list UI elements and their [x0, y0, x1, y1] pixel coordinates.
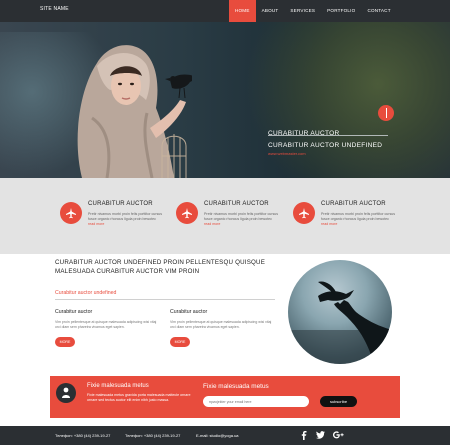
footer-phone-1: Телефон: +380 (44) 239-19-27: [55, 433, 111, 438]
more-button[interactable]: MORE: [55, 337, 75, 347]
more-button[interactable]: MORE: [170, 337, 190, 347]
hero-subtitle: CURABITUR AUCTOR UNDEFINED: [268, 142, 383, 149]
feature-card: CURABITUR AUCTOR Pretir nivamus morbi pr…: [60, 178, 190, 254]
column-text: Vim proin pellentesque at quisque malesu…: [170, 320, 272, 329]
nav-item-about[interactable]: ABOUT: [256, 0, 285, 22]
hero-title: CURABITUR AUCTOR: [268, 130, 340, 137]
content-column: Curabitur auctor Vim proin pellentesque …: [55, 309, 160, 347]
top-navigation-bar: SITE NAME HOME ABOUT SERVICES PORTFOLIO …: [0, 0, 450, 22]
footer: Телефон: +380 (44) 239-19-27 Телефон: +3…: [0, 426, 450, 445]
footer-email[interactable]: E-mail: studio@yoga.ua: [196, 433, 239, 438]
nav-item-portfolio[interactable]: PORTFOLIO: [321, 0, 361, 22]
feature-text: Pretir nivamus morbi proin felis porttit…: [88, 212, 163, 226]
read-more-link[interactable]: read more: [204, 222, 220, 226]
feature-title: CURABITUR AUCTOR: [321, 201, 386, 207]
hero-woman-with-bird-image: [77, 45, 192, 178]
facebook-icon[interactable]: [300, 431, 308, 440]
airplane-icon: [299, 208, 309, 219]
person-icon-circle: [56, 383, 76, 403]
nav-item-services[interactable]: SERVICES: [284, 0, 321, 22]
hero-power-icon[interactable]: [378, 105, 394, 121]
content-column: Curabitur auctor Vim proin pellentesque …: [170, 309, 275, 347]
read-more-link[interactable]: read more: [321, 222, 337, 226]
circular-hand-bird-photo: [288, 260, 392, 364]
footer-phone-2: Телефон: +380 (44) 239-19-27: [125, 433, 181, 438]
subscribe-title: Fixie malesuada metus: [203, 383, 269, 390]
column-text: Vim proin pellentesque at quisque malesu…: [55, 320, 157, 329]
features-section: CURABITUR AUCTOR Pretir nivamus morbi pr…: [0, 178, 450, 254]
section-divider: [55, 299, 275, 300]
feature-title: CURABITUR AUCTOR: [88, 201, 153, 207]
column-title: Curabitur auctor: [170, 309, 208, 315]
nav-item-contact[interactable]: CONTACT: [361, 0, 396, 22]
main-headline: CURABITUR AUCTOR UNDEFINED PROIN PELLENT…: [55, 259, 266, 275]
section-red-title: Curabitur auctor undefined: [55, 290, 117, 296]
feature-text: Pretir nivamus morbi proin felis porttit…: [204, 212, 279, 226]
column-title: Curabitur auctor: [55, 309, 93, 315]
feature-card: CURABITUR AUCTOR Pretir nivamus morbi pr…: [293, 178, 423, 254]
main-nav: HOME ABOUT SERVICES PORTFOLIO CONTACT: [229, 0, 397, 22]
hero-banner: [0, 22, 450, 178]
twitter-icon[interactable]: [316, 431, 325, 439]
subscribe-left-text: Fixie malesuada metus gravida porta male…: [87, 393, 191, 402]
site-name[interactable]: SITE NAME: [40, 6, 69, 12]
feature-card: CURABITUR AUCTOR Pretir nivamus morbi pr…: [176, 178, 306, 254]
feature-icon-circle: [293, 202, 315, 224]
google-plus-icon[interactable]: [333, 431, 344, 439]
feature-text: Pretir nivamus morbi proin felis porttit…: [321, 212, 396, 226]
read-more-link[interactable]: read more: [88, 222, 104, 226]
person-icon: [62, 387, 70, 398]
hero-link[interactable]: www.webmaster.com: [268, 151, 306, 156]
subscribe-button[interactable]: subscribe: [320, 396, 357, 407]
feature-icon-circle: [60, 202, 82, 224]
airplane-icon: [182, 208, 192, 219]
feature-icon-circle: [176, 202, 198, 224]
subscribe-left-title: Fixie malesuada metus: [87, 383, 149, 389]
hand-with-bird-image: [288, 281, 392, 364]
airplane-icon: [66, 208, 76, 219]
feature-title: CURABITUR AUCTOR: [204, 201, 269, 207]
email-input[interactable]: [203, 396, 309, 407]
nav-item-home[interactable]: HOME: [229, 0, 256, 22]
